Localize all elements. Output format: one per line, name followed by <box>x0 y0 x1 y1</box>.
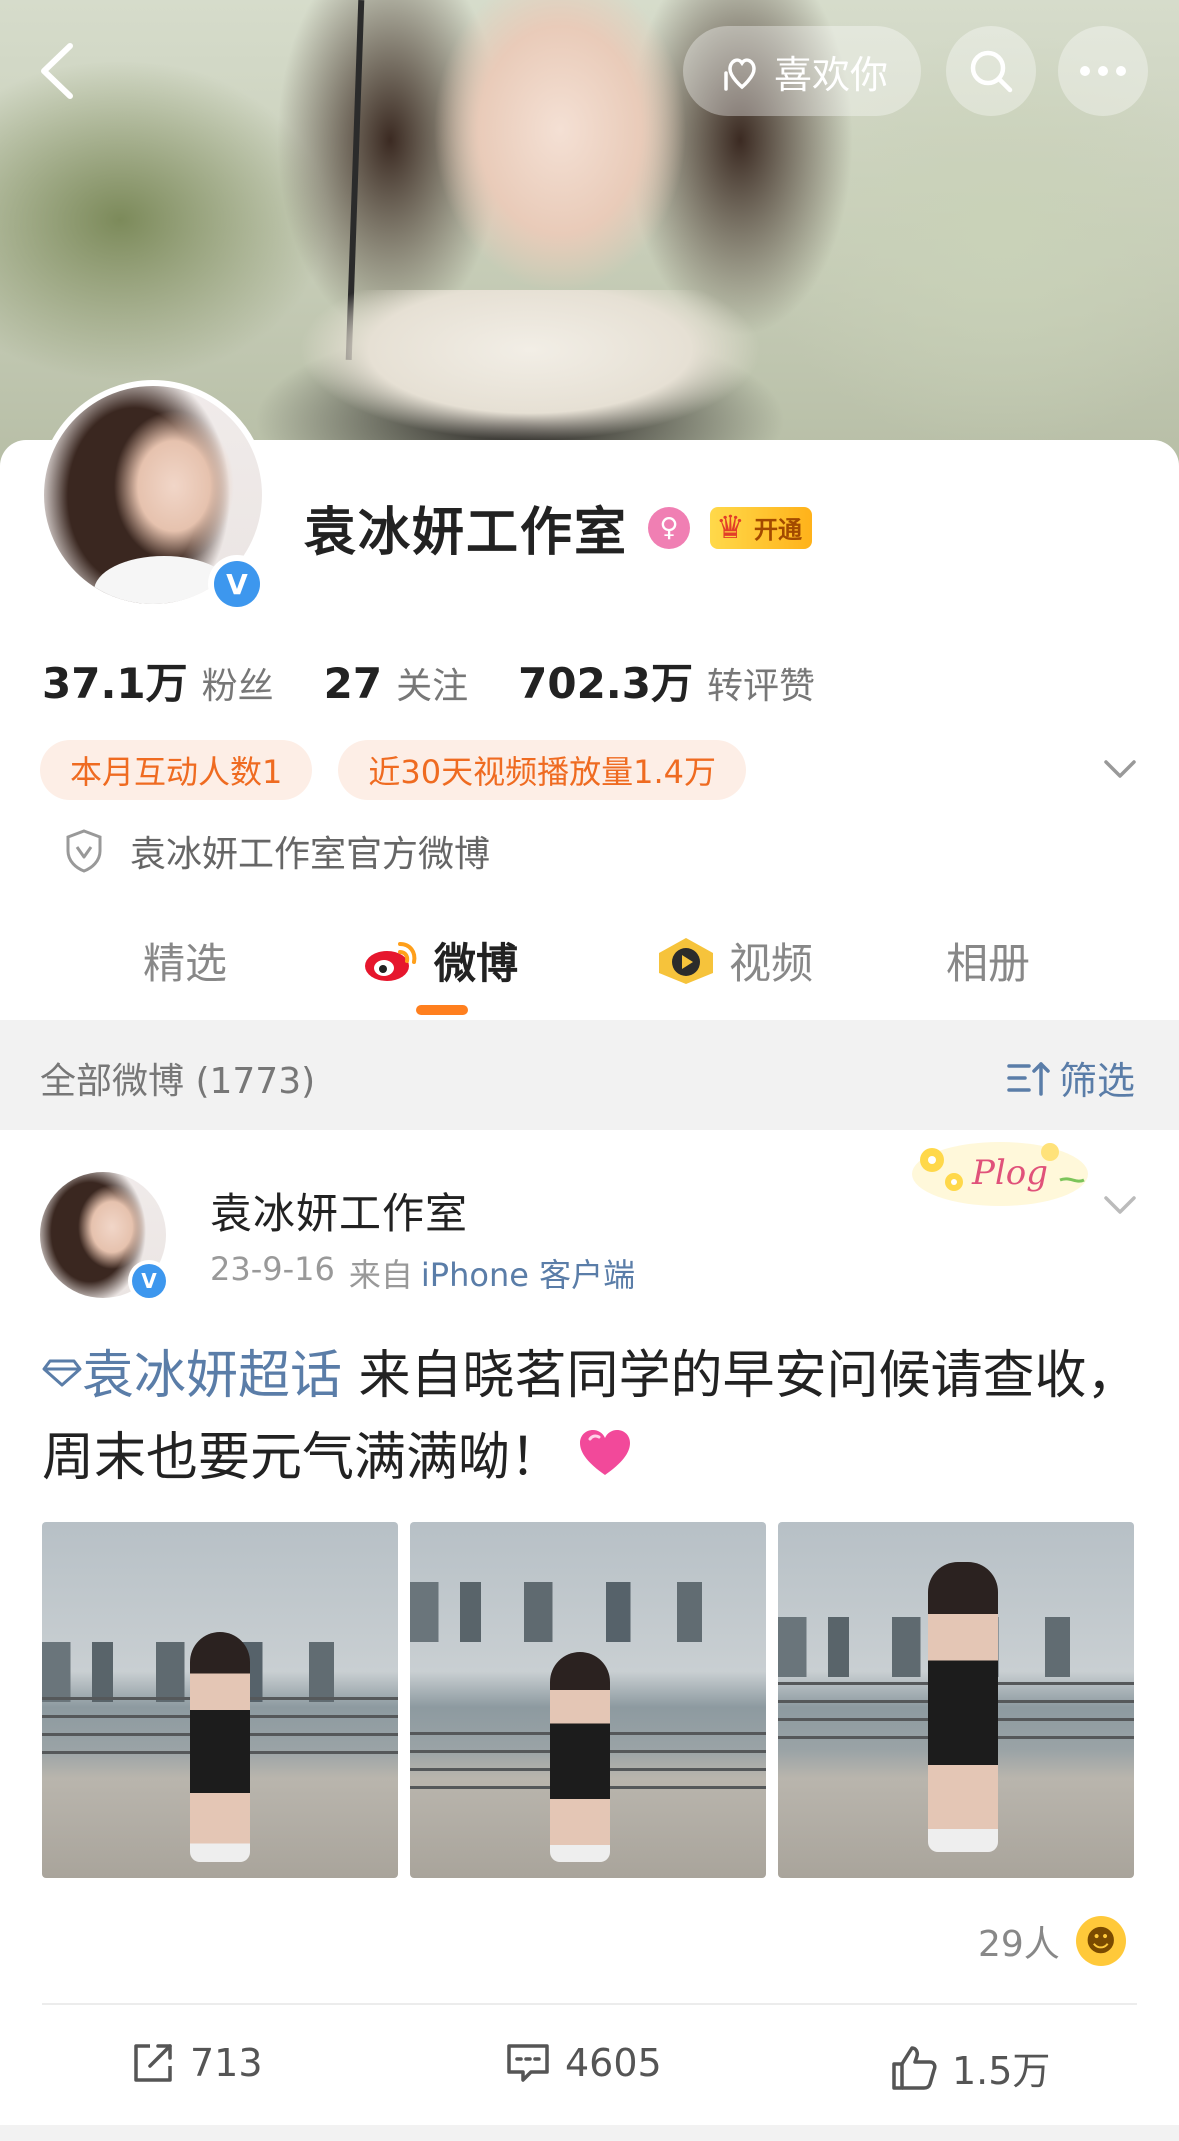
female-gender-icon: ♀ <box>648 506 691 549</box>
tab-video[interactable]: 视频 <box>655 930 813 991</box>
stat-followers[interactable]: 37.1万 粉丝 <box>42 650 274 711</box>
like-you-label: 喜欢你 <box>773 52 888 97</box>
feed-filter-bar: 全部微博 (1773) 筛选 <box>0 1020 1179 1130</box>
post-photo[interactable] <box>42 1522 398 1878</box>
post-photo[interactable] <box>410 1522 766 1878</box>
video-plays-pill[interactable]: 近30天视频播放量1.4万 <box>338 740 746 800</box>
thumbs-up-icon <box>892 2045 937 2090</box>
official-description: 袁冰妍工作室官方微博 <box>62 825 490 877</box>
super-topic-link[interactable]: 袁冰妍超话 <box>42 1346 342 1406</box>
verified-badge: V <box>208 555 266 613</box>
back-button[interactable] <box>30 36 90 106</box>
tab-featured[interactable]: 精选 <box>143 930 227 991</box>
monthly-interaction-pill[interactable]: 本月互动人数1 <box>40 740 313 800</box>
search-button[interactable] <box>946 26 1036 116</box>
post-author-name[interactable]: 袁冰妍工作室 <box>210 1180 468 1241</box>
super-topic-label: 袁冰妍超话 <box>82 1346 343 1406</box>
all-weibo-count: 全部微博 (1773) <box>40 1061 316 1102</box>
photo-person <box>190 1632 250 1862</box>
stat-number: 27 <box>323 659 383 708</box>
plog-sticker: Plog <box>912 1142 1088 1206</box>
chevron-down-icon[interactable] <box>1100 752 1140 788</box>
profile-tabs: 精选 微博 视频 相册 <box>0 920 1179 1020</box>
repost-count: 713 <box>190 2041 263 2085</box>
chevron-left-icon <box>41 43 73 99</box>
stat-following[interactable]: 27 关注 <box>324 657 468 709</box>
verified-v-icon: V <box>132 1264 166 1298</box>
tab-label: 精选 <box>143 939 228 988</box>
repost-button[interactable]: 713 <box>130 2040 263 2086</box>
share-icon <box>134 2044 172 2082</box>
post-action-bar: 713 4605 1.5万 <box>0 2010 1179 2122</box>
stat-label: 转评赞 <box>706 666 815 707</box>
profile-stats: 37.1万 粉丝 27 关注 702.3万 转评赞 <box>42 650 865 711</box>
video-play-icon <box>659 937 713 984</box>
photo-person <box>550 1652 610 1862</box>
comment-count: 4605 <box>565 2041 662 2085</box>
plog-sticker-text: Plog <box>971 1153 1048 1193</box>
stat-interactions[interactable]: 702.3万 转评赞 <box>518 650 815 711</box>
like-you-button[interactable]: 喜欢你 <box>683 26 921 116</box>
profile-name: 袁冰妍工作室 <box>304 503 629 563</box>
post-source-prefix: 来自 <box>348 1256 413 1294</box>
cover-collar-detail <box>300 290 760 460</box>
weibo-post-card[interactable]: V 袁冰妍工作室 23-9-16 来自 iPhone 客户端 Plog 袁冰妍超… <box>0 1130 1179 2130</box>
post-source-link[interactable]: iPhone 客户端 <box>421 1250 635 1296</box>
stat-label: 粉丝 <box>201 666 274 707</box>
post-verified-badge: V <box>128 1260 170 1302</box>
stat-number: 702.3万 <box>518 659 693 708</box>
post-reactions[interactable]: 29人 ☻ <box>978 1915 1126 1967</box>
tab-album[interactable]: 相册 <box>946 930 1030 991</box>
stat-label: 关注 <box>396 666 469 707</box>
profile-name-row: 袁冰妍工作室 ♀ 开通 <box>304 490 813 565</box>
photo-skyline <box>410 1582 766 1642</box>
comment-button[interactable]: 4605 <box>505 2040 662 2086</box>
tab-label: 相册 <box>946 939 1031 988</box>
tab-label: 视频 <box>729 939 814 988</box>
tab-label: 微博 <box>434 939 519 988</box>
photo-person <box>928 1562 998 1852</box>
filter-label: 筛选 <box>1059 1059 1136 1103</box>
post-photo-grid <box>42 1522 1134 1878</box>
diamond-icon <box>42 1359 82 1387</box>
filter-button[interactable]: 筛选 <box>1005 1050 1135 1105</box>
reaction-count: 29人 <box>978 1924 1060 1965</box>
post-meta: 23-9-16 来自 iPhone 客户端 <box>210 1250 635 1296</box>
feed-separator <box>0 2125 1179 2141</box>
post-text: 袁冰妍超话 来自晓茗同学的早安问候请查收，周末也要元气满满呦！ <box>42 1335 1142 1499</box>
verified-v-icon: V <box>214 561 260 607</box>
filter-sort-icon <box>1007 1061 1050 1096</box>
weibo-logo-icon <box>365 941 417 981</box>
more-button[interactable] <box>1058 26 1148 116</box>
post-date: 23-9-16 <box>210 1250 335 1288</box>
hand-heart-icon <box>724 58 756 91</box>
vip-open-badge[interactable]: 开通 <box>710 506 813 549</box>
grin-emoji-icon: ☻ <box>1075 1916 1126 1966</box>
profile-highlight-pills: 本月互动人数1 近30天视频播放量1.4万 <box>40 740 746 800</box>
post-divider <box>42 2003 1137 2005</box>
active-tab-indicator <box>416 1005 468 1015</box>
like-count: 1.5万 <box>952 2049 1051 2093</box>
comment-icon <box>507 2044 549 2082</box>
stat-number: 37.1万 <box>42 659 188 708</box>
heart-emoji-icon <box>580 1430 631 1475</box>
post-photo[interactable] <box>778 1522 1134 1878</box>
tab-weibo[interactable]: 微博 <box>362 930 518 991</box>
chevron-down-icon[interactable] <box>1100 1188 1140 1224</box>
search-icon <box>970 50 1013 93</box>
like-button[interactable]: 1.5万 <box>890 2040 1050 2095</box>
official-description-text: 袁冰妍工作室官方微博 <box>130 834 491 875</box>
more-dots-icon <box>1080 66 1126 76</box>
shield-icon <box>66 829 102 873</box>
